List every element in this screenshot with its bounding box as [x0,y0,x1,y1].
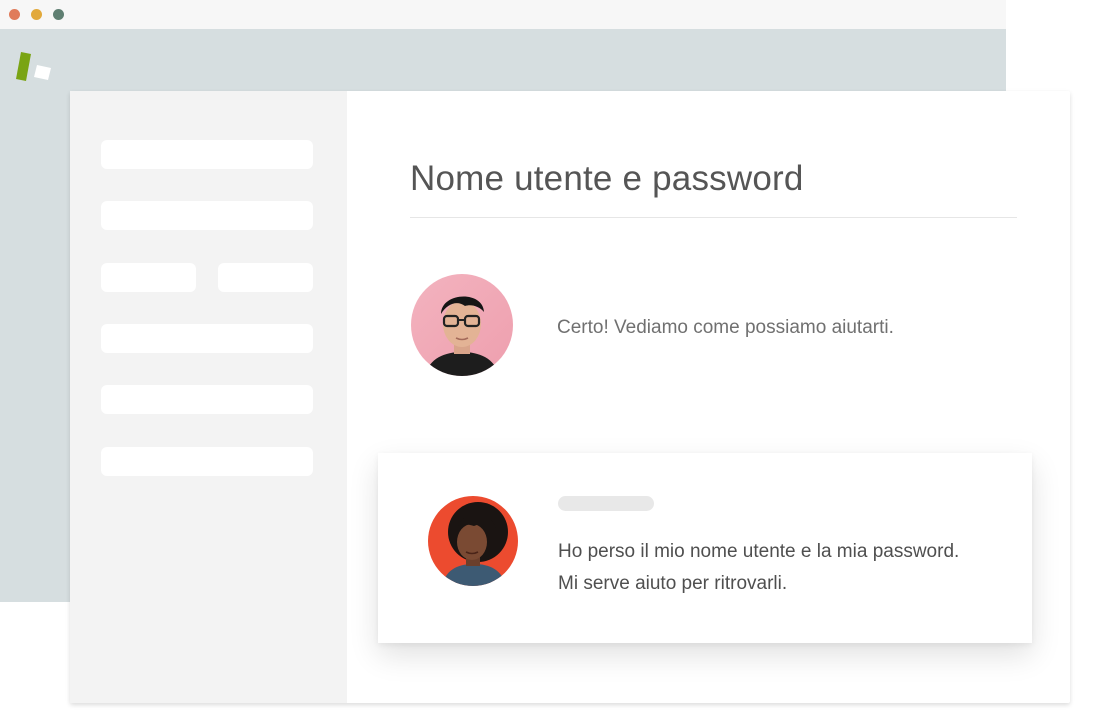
browser-title-bar [0,0,1006,29]
conversation-title: Nome utente e password [410,159,804,198]
title-divider [410,217,1017,218]
user-message-text: Ho perso il mio nome utente e la mia pas… [558,536,959,600]
agent-message-text: Certo! Vediamo come possiamo aiutarti. [557,317,894,338]
sidebar-placeholder-bar [101,201,313,230]
sidebar-placeholder-bar [101,263,196,292]
sidebar-placeholder-bar [101,324,313,353]
user-message-line: Ho perso il mio nome utente e la mia pas… [558,541,960,562]
sidebar-placeholder-bar [101,447,313,476]
agent-avatar-icon [411,274,513,376]
sidebar-placeholder-bar [101,385,313,414]
maximize-window-dot[interactable] [53,9,64,20]
sidebar-placeholder-bar [218,263,313,292]
sender-name-placeholder [558,496,654,511]
minimize-window-dot[interactable] [31,9,42,20]
sidebar-skeleton [70,91,347,703]
user-avatar-icon [428,496,518,586]
user-message-line: Mi serve aiuto per ritrovarli. [558,573,788,594]
sidebar-placeholder-bar [101,140,313,169]
user-message-card: Ho perso il mio nome utente e la mia pas… [378,453,1032,643]
brand-logo-icon [16,51,56,83]
close-window-dot[interactable] [9,9,20,20]
